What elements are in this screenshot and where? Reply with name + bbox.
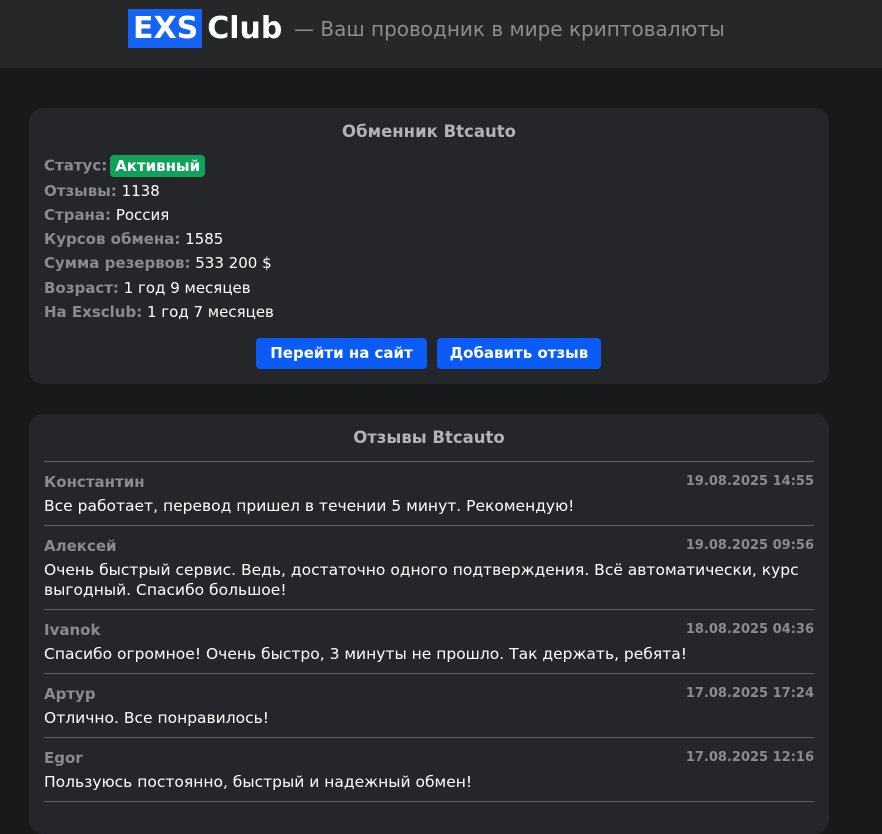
- review-item: Ivanok 18.08.2025 04:36 Спасибо огромное…: [44, 609, 814, 673]
- review-text: Все работает, перевод пришел в течении 5…: [44, 497, 575, 515]
- reviews-title: Отзывы Btcauto: [353, 428, 505, 447]
- review-author: Ivanok: [44, 621, 101, 639]
- country-label: Страна:: [44, 206, 112, 224]
- reviews-count-value: 1138: [121, 182, 160, 200]
- review-date: 17.08.2025 17:24: [685, 686, 814, 701]
- review-text: Пользуюсь постоянно, быстрый и надежный …: [44, 773, 473, 791]
- age-row: Возраст: 1 год 9 месяцев: [44, 279, 251, 297]
- exchanger-title: Обменник Btcauto: [342, 122, 516, 141]
- country-value: Россия: [115, 206, 170, 224]
- logo-club-text: Club: [207, 11, 283, 46]
- rates-value: 1585: [185, 230, 224, 248]
- status-badge: Активный: [110, 155, 206, 177]
- country-row: Страна: Россия: [44, 206, 169, 224]
- reserves-label: Сумма резервов:: [44, 254, 191, 272]
- reviews-card: Отзывы Btcauto Константин 19.08.2025 14:…: [29, 414, 829, 834]
- review-text: Отлично. Все понравилось!: [44, 709, 270, 727]
- on-site-label: На Exsclub:: [44, 303, 143, 321]
- review-author: Алексей: [44, 537, 117, 555]
- site-logo[interactable]: EXS Club: [128, 9, 282, 48]
- review-author: Egor: [44, 749, 83, 767]
- review-date: 19.08.2025 09:56: [685, 538, 814, 553]
- review-item: Алексей 19.08.2025 09:56 Очень быстрый с…: [44, 525, 814, 609]
- review-item: Egor 17.08.2025 12:16 Пользуюсь постоянн…: [44, 737, 814, 802]
- review-author: Константин: [44, 473, 145, 491]
- review-item: Артур 17.08.2025 17:24 Отлично. Все понр…: [44, 673, 814, 737]
- site-tagline: — Ваш проводник в мире криптовалюты: [294, 17, 725, 41]
- logo-exs-mark: EXS: [128, 9, 203, 48]
- review-date: 18.08.2025 04:36: [685, 622, 814, 637]
- status-label: Статус:: [44, 156, 108, 175]
- reviews-count-label: Отзывы:: [44, 182, 117, 200]
- review-date: 17.08.2025 12:16: [685, 750, 814, 765]
- reserves-row: Сумма резервов: 533 200 $: [44, 254, 272, 272]
- on-site-row: На Exsclub: 1 год 7 месяцев: [44, 303, 274, 321]
- review-text: Очень быстрый сервис. Ведь, достаточно о…: [44, 561, 799, 599]
- on-site-value: 1 год 7 месяцев: [146, 303, 274, 321]
- visit-site-button[interactable]: Перейти на сайт: [256, 338, 427, 369]
- site-header: EXS Club — Ваш проводник в мире криптова…: [0, 0, 882, 68]
- rates-label: Курсов обмена:: [44, 230, 181, 248]
- add-review-button[interactable]: Добавить отзыв: [437, 338, 601, 369]
- review-date: 19.08.2025 14:55: [685, 474, 814, 489]
- reviews-count-row: Отзывы: 1138: [44, 182, 160, 200]
- review-text: Спасибо огромное! Очень быстро, 3 минуты…: [44, 645, 687, 663]
- review-author: Артур: [44, 685, 96, 703]
- age-label: Возраст:: [44, 279, 119, 297]
- review-item: Константин 19.08.2025 14:55 Все работает…: [44, 461, 814, 525]
- exchanger-info-card: Обменник Btcauto Статус: Активный Отзывы:…: [29, 108, 829, 384]
- status-row: Статус: Активный: [44, 155, 206, 177]
- age-value: 1 год 9 месяцев: [123, 279, 251, 297]
- rates-row: Курсов обмена: 1585: [44, 230, 223, 248]
- reserves-value: 533 200 $: [195, 254, 272, 272]
